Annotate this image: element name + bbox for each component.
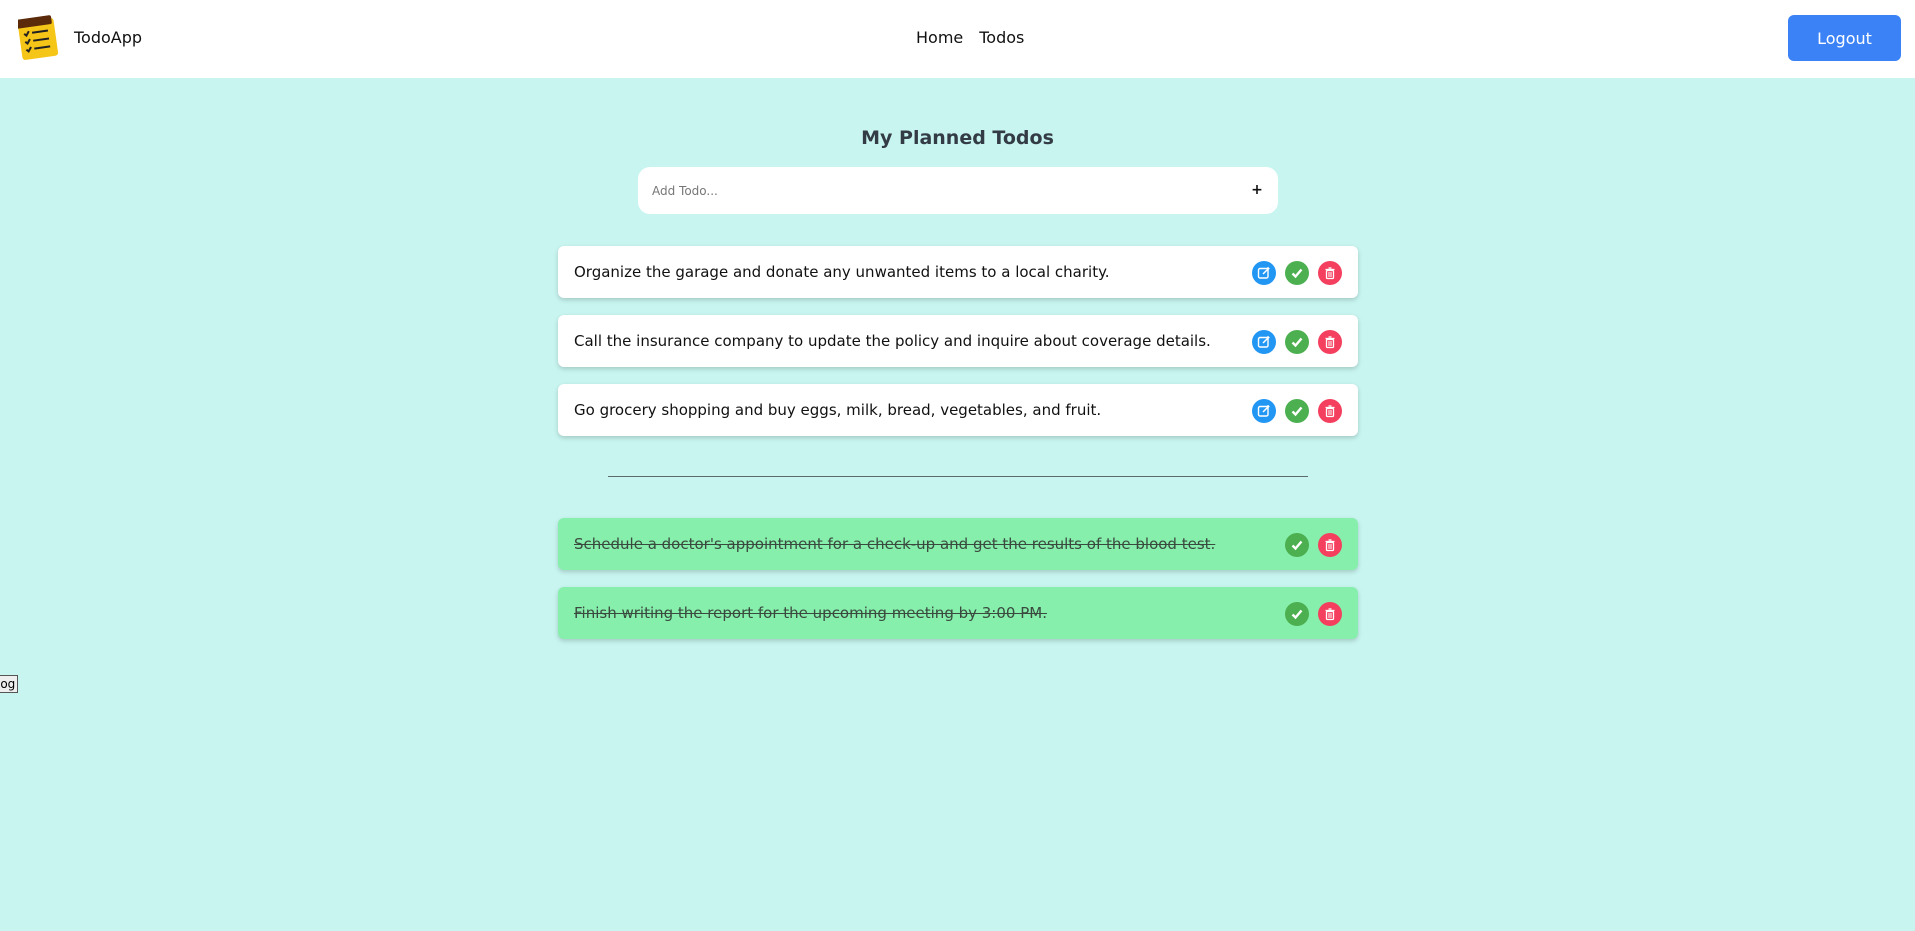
trash-icon[interactable] bbox=[1318, 261, 1342, 285]
trash-icon[interactable] bbox=[1318, 533, 1342, 557]
completed-todo-item: Finish writing the report for the upcomi… bbox=[558, 587, 1358, 639]
edit-icon[interactable] bbox=[1252, 261, 1276, 285]
todo-actions bbox=[1252, 261, 1342, 285]
todo-actions bbox=[1285, 533, 1342, 557]
trash-icon[interactable] bbox=[1318, 330, 1342, 354]
todo-text: Go grocery shopping and buy eggs, milk, … bbox=[574, 401, 1102, 419]
log-button[interactable]: log bbox=[0, 675, 19, 693]
list-divider bbox=[608, 476, 1308, 477]
todo-list: Organize the garage and donate any unwan… bbox=[558, 246, 1358, 453]
todo-actions bbox=[1285, 602, 1342, 626]
todo-text: Organize the garage and donate any unwan… bbox=[574, 263, 1110, 281]
notepad-logo-icon bbox=[15, 14, 60, 60]
completed-list: Schedule a doctor's appointment for a ch… bbox=[558, 518, 1358, 656]
brand-name: TodoApp bbox=[74, 27, 143, 47]
edit-icon[interactable] bbox=[1252, 330, 1276, 354]
todo-item: Organize the garage and donate any unwan… bbox=[558, 246, 1358, 298]
navbar: TodoApp Home Todos Logout bbox=[0, 0, 1915, 78]
page-title: My Planned Todos bbox=[861, 127, 1054, 149]
completed-todo-text: Finish writing the report for the upcomi… bbox=[574, 604, 1047, 622]
add-todo-form: + bbox=[638, 167, 1278, 214]
brand[interactable]: TodoApp bbox=[15, 14, 143, 60]
trash-icon[interactable] bbox=[1318, 399, 1342, 423]
logout-button[interactable]: Logout bbox=[1788, 15, 1901, 61]
edit-icon[interactable] bbox=[1252, 399, 1276, 423]
todo-item: Go grocery shopping and buy eggs, milk, … bbox=[558, 384, 1358, 436]
todo-actions bbox=[1252, 399, 1342, 423]
todo-actions bbox=[1252, 330, 1342, 354]
completed-todo-text: Schedule a doctor's appointment for a ch… bbox=[574, 535, 1216, 553]
add-todo-input[interactable] bbox=[652, 175, 1222, 206]
check-icon[interactable] bbox=[1285, 261, 1309, 285]
completed-todo-item: Schedule a doctor's appointment for a ch… bbox=[558, 518, 1358, 570]
todo-text: Call the insurance company to update the… bbox=[574, 332, 1211, 350]
nav-home[interactable]: Home bbox=[916, 28, 963, 47]
check-icon[interactable] bbox=[1285, 602, 1309, 626]
add-todo-button[interactable]: + bbox=[1246, 179, 1268, 201]
trash-icon[interactable] bbox=[1318, 602, 1342, 626]
todo-item: Call the insurance company to update the… bbox=[558, 315, 1358, 367]
nav-todos[interactable]: Todos bbox=[979, 28, 1024, 47]
check-icon[interactable] bbox=[1285, 399, 1309, 423]
main-nav: Home Todos bbox=[916, 28, 1024, 47]
check-icon[interactable] bbox=[1285, 330, 1309, 354]
check-icon[interactable] bbox=[1285, 533, 1309, 557]
